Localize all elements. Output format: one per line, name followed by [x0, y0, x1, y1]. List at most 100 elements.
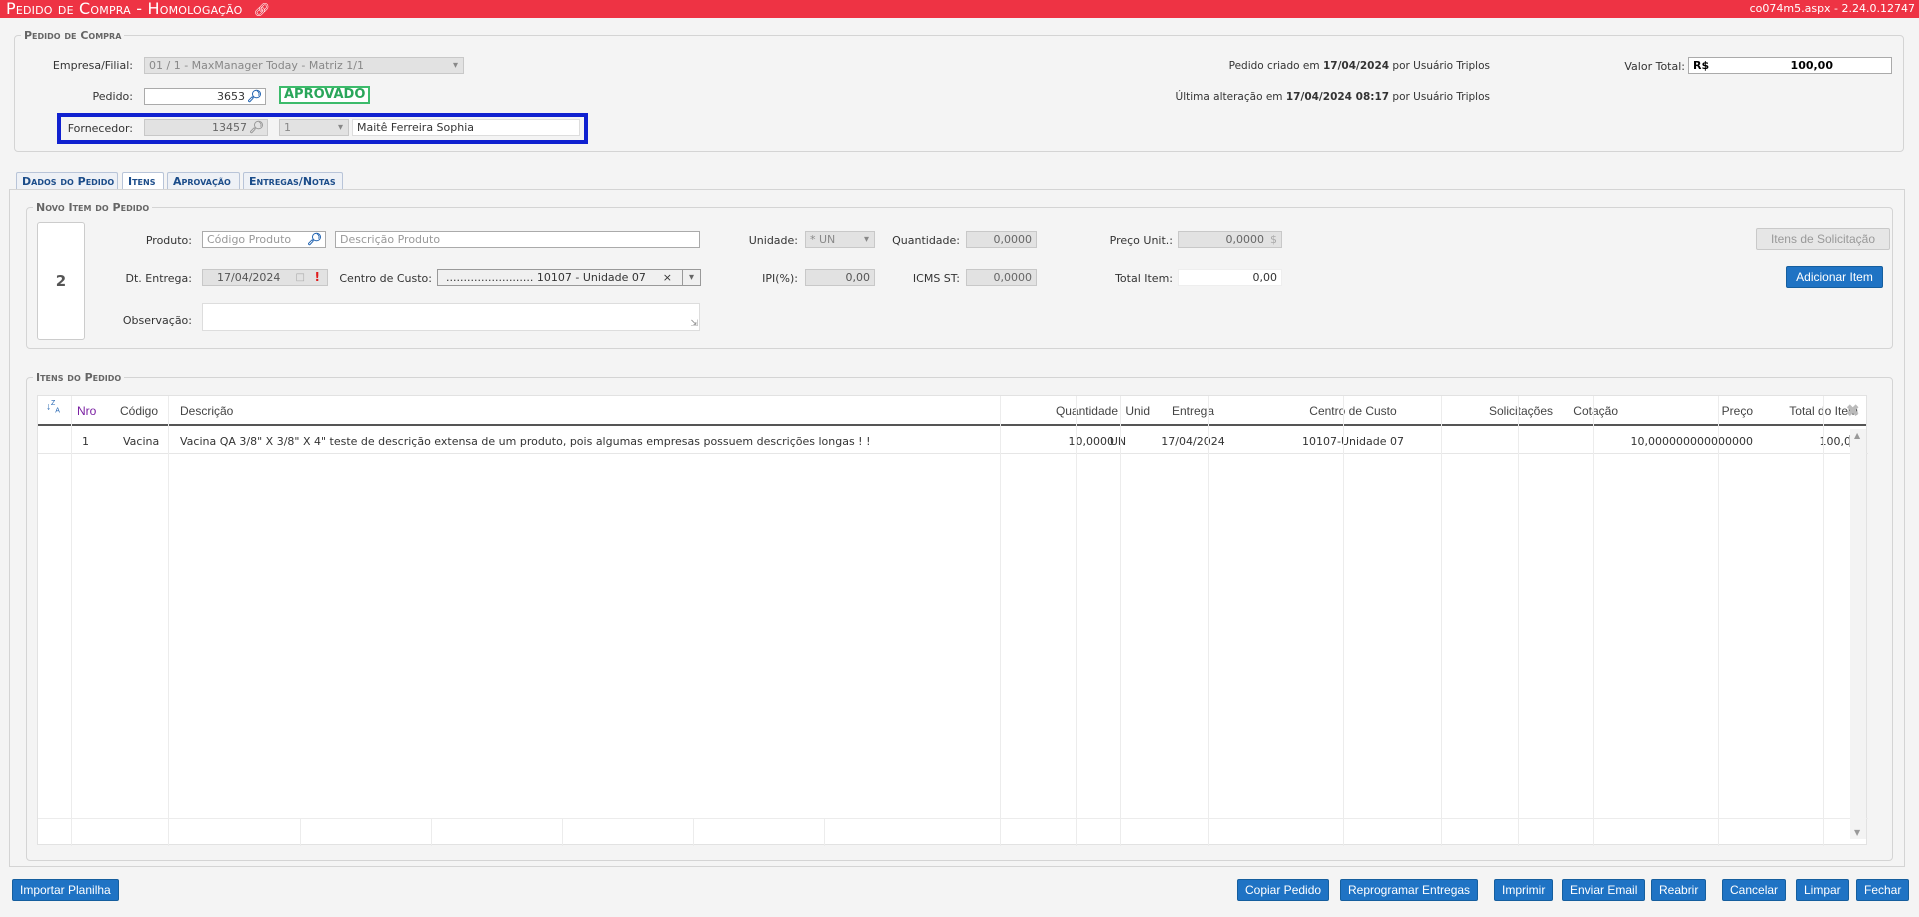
column-cotacao[interactable]: Cotação [1518, 404, 1618, 418]
grid-line [1076, 396, 1077, 846]
grid-line [38, 818, 1868, 819]
cell-total: 100,00 [1819, 435, 1859, 448]
column-codigo[interactable]: Código [120, 404, 158, 418]
empresa-label: Empresa/Filial: [52, 59, 133, 72]
search-icon[interactable]: 🔎︎ [249, 120, 264, 135]
ipi-input[interactable]: 0,00 [805, 269, 875, 286]
column-total-do-item[interactable]: Total do Item [1738, 404, 1858, 418]
total-item-field: 0,00 [1178, 269, 1282, 286]
pedido-alterado-info: Última alteração em 17/04/2024 08:17 por… [1175, 91, 1490, 103]
cell-centro-custo: 10107-Unidade 07 [1301, 435, 1404, 448]
grid-line [1208, 396, 1209, 846]
search-icon[interactable]: 🔎︎ [247, 89, 262, 104]
centro-custo-select[interactable]: ......................... 10107 - Unidad… [437, 269, 701, 286]
dt-entrega-label: Dt. Entrega: [125, 272, 193, 285]
unidade-select[interactable]: * UN ▾ [805, 231, 875, 248]
dt-entrega-input[interactable]: 17/04/2024 □ ! [202, 269, 328, 286]
empresa-select[interactable]: 01 / 1 - MaxManager Today - Matriz 1/1 ▾ [144, 57, 464, 74]
grid-line [168, 396, 169, 846]
tab-aprovacao[interactable]: Aprovação [167, 172, 240, 190]
enviar-email-button[interactable]: Enviar Email [1562, 879, 1646, 901]
search-icon[interactable]: 🔎︎ [307, 232, 322, 247]
cell-codigo: Vacina [123, 435, 160, 448]
cell-entrega: 17/04/2024 [1161, 435, 1225, 448]
reabrir-button[interactable]: Reabrir [1651, 879, 1707, 901]
tab-entregas-notas[interactable]: Entregas/Notas [243, 172, 343, 190]
observacao-label: Observação: [122, 314, 192, 327]
grid-line [693, 818, 694, 846]
icms-st-input[interactable]: 0,0000 [966, 269, 1037, 286]
fornecedor-code-input[interactable]: 13457 🔎︎ [144, 119, 268, 136]
calendar-icon[interactable]: □ [296, 270, 305, 285]
column-entrega[interactable]: Entrega [1138, 404, 1248, 418]
tab-dados-do-pedido[interactable]: Dados do Pedido [16, 172, 118, 190]
valor-total-label: Valor Total: [1624, 60, 1685, 73]
cell-nro: 1 [82, 435, 89, 448]
itens-legend: Itens do Pedido [36, 371, 122, 384]
fornecedor-seq-select[interactable]: 1 ▾ [279, 119, 349, 136]
cancelar-button[interactable]: Cancelar [1722, 879, 1787, 901]
adicionar-item-button[interactable]: Adicionar Item [1786, 266, 1883, 288]
unidade-label: Unidade: [748, 234, 798, 247]
produto-label: Produto: [145, 234, 192, 247]
quantidade-input[interactable]: 0,0000 [966, 231, 1037, 248]
sort-icon[interactable]: ↓ZA [46, 400, 60, 415]
reprogramar-entregas-button[interactable]: Reprogramar Entregas [1340, 879, 1479, 901]
pedido-label: Pedido: [92, 90, 133, 103]
fornecedor-name: Maitê Ferreira Sophia [352, 119, 580, 136]
total-item-label: Total Item: [1115, 272, 1173, 285]
grid-line [1120, 396, 1121, 846]
resize-handle-icon[interactable]: ⇲ [690, 317, 698, 330]
fechar-button[interactable]: Fechar [1856, 879, 1910, 901]
pedido-legend: Pedido de Compra [24, 29, 122, 42]
dollar-icon: $ [1270, 233, 1277, 246]
exclamation-icon: ! [314, 270, 320, 284]
chevron-down-icon: ▾ [337, 122, 343, 133]
ipi-label: IPI(%): [762, 272, 798, 285]
pedido-input[interactable]: 3653 🔎︎ [144, 88, 266, 105]
grid-line [431, 818, 432, 846]
observacao-textarea[interactable]: ⇲ [202, 303, 700, 331]
codigo-produto-input[interactable]: Código Produto 🔎︎ [202, 231, 326, 248]
scroll-up-icon[interactable]: ▲ [1854, 431, 1860, 440]
itens-solicitacao-button[interactable]: Itens de Solicitação [1756, 228, 1890, 250]
importar-planilha-button[interactable]: Importar Planilha [12, 879, 119, 901]
page-title: Pedido de Compra - Homologação 🔗︎ [6, 0, 271, 18]
vertical-scrollbar[interactable]: ▲ ▼ [1850, 429, 1866, 839]
descricao-produto-input[interactable]: Descrição Produto [335, 231, 700, 248]
preco-unit-label: Preço Unit.: [1109, 234, 1173, 247]
copiar-pedido-button[interactable]: Copiar Pedido [1237, 879, 1330, 901]
column-preco[interactable]: Preço [1638, 404, 1753, 418]
grid-line [1518, 396, 1519, 846]
centro-custo-label: Centro de Custo: [339, 272, 432, 285]
grid-line [1823, 396, 1824, 846]
column-centro-custo[interactable]: Centro de Custo [1268, 404, 1438, 418]
column-nro[interactable]: Nro [77, 404, 96, 418]
version-label: co074m5.aspx - 2.24.0.12747 [1749, 2, 1915, 15]
grid-line [71, 396, 72, 846]
item-sequence: 2 [37, 222, 85, 340]
scroll-down-icon[interactable]: ▼ [1854, 828, 1860, 837]
imprimir-button[interactable]: Imprimir [1494, 879, 1554, 901]
tab-itens[interactable]: Itens [122, 172, 164, 190]
table-header: ↓ZA Nro Código Descrição Quantidade Unid… [38, 396, 1866, 426]
clear-icon[interactable]: × [663, 270, 672, 285]
cell-descricao: Vacina QA 3/8" X 3/8" X 4" teste de desc… [180, 435, 871, 448]
preco-unit-input[interactable]: 0,0000 $ [1178, 231, 1282, 248]
limpar-button[interactable]: Limpar [1796, 879, 1849, 901]
delete-all-icon[interactable]: ✖ [1846, 401, 1859, 421]
icms-st-label: ICMS ST: [912, 272, 960, 285]
chevron-down-icon: ▾ [863, 234, 869, 245]
grid-line [300, 818, 301, 846]
grid-line [1593, 396, 1594, 846]
fornecedor-label: Fornecedor: [67, 122, 133, 135]
column-descricao[interactable]: Descrição [180, 404, 233, 418]
cell-preco: 10,000000000000000 [1630, 435, 1753, 448]
status-badge: APROVADO [279, 86, 371, 104]
grid-line [1343, 396, 1344, 846]
title-bar: Pedido de Compra - Homologação 🔗︎ co074m… [0, 0, 1919, 18]
grid-line [824, 818, 825, 846]
chevron-down-icon[interactable]: ▾ [682, 270, 700, 285]
link-icon[interactable]: 🔗︎ [254, 3, 271, 18]
itens-table: ↓ZA Nro Código Descrição Quantidade Unid… [37, 395, 1868, 846]
